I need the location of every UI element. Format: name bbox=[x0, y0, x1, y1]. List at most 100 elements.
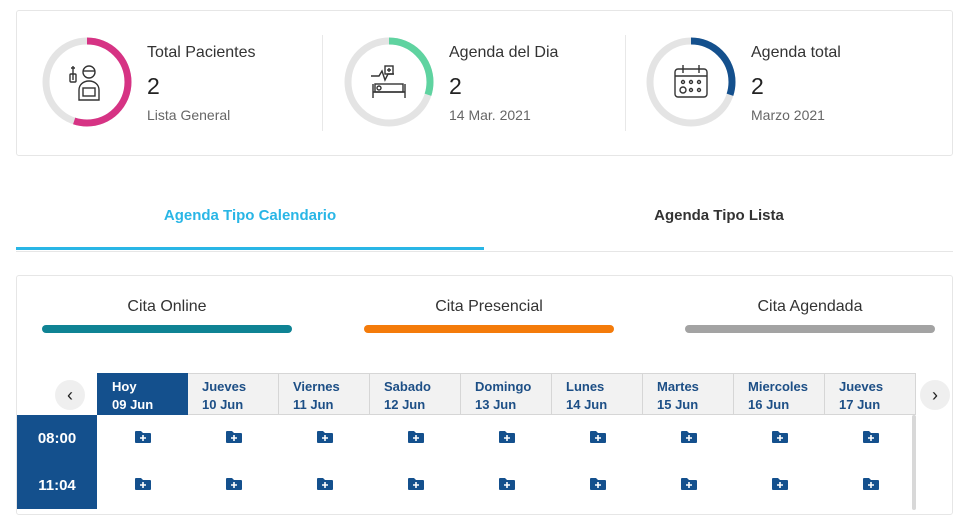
day-name: Martes bbox=[657, 379, 699, 394]
day-date: 11 Jun bbox=[293, 397, 334, 412]
legend-bar bbox=[685, 325, 935, 333]
add-appointment-slot[interactable] bbox=[370, 462, 461, 509]
chevron-left-icon: ‹ bbox=[67, 384, 73, 405]
add-appointment-slot[interactable] bbox=[461, 462, 552, 509]
add-appointment-slot[interactable] bbox=[734, 415, 825, 462]
add-appointment-slot[interactable] bbox=[643, 415, 734, 462]
day-header-0[interactable]: Hoy 09 Jun bbox=[97, 373, 188, 415]
legend-cita-presencial: Cita Presencial bbox=[364, 298, 614, 333]
day-name: Hoy bbox=[112, 379, 137, 394]
add-appointment-slot[interactable] bbox=[97, 415, 188, 462]
day-header-5[interactable]: Lunes 14 Jun bbox=[552, 373, 643, 415]
add-folder-icon bbox=[316, 477, 333, 495]
add-appointment-slot[interactable] bbox=[461, 415, 552, 462]
day-header-4[interactable]: Domingo 13 Jun bbox=[461, 373, 552, 415]
add-appointment-slot[interactable] bbox=[643, 462, 734, 509]
day-name: Lunes bbox=[566, 379, 605, 394]
legend-cita-agendada: Cita Agendada bbox=[685, 298, 935, 333]
legend-cita-online: Cita Online bbox=[42, 298, 292, 333]
legend-label: Cita Agendada bbox=[757, 298, 863, 315]
legend-label: Cita Presencial bbox=[435, 298, 543, 315]
add-folder-icon bbox=[407, 477, 424, 495]
time-slot-label: 08:00 bbox=[17, 415, 97, 462]
add-appointment-slot[interactable] bbox=[279, 462, 370, 509]
add-appointment-slot[interactable] bbox=[734, 462, 825, 509]
add-folder-icon bbox=[225, 430, 242, 448]
divider bbox=[625, 35, 626, 131]
day-header-7[interactable]: Miercoles 16 Jun bbox=[734, 373, 825, 415]
stat-value: 2 bbox=[449, 73, 462, 99]
stat-subtitle: 14 Mar. 2021 bbox=[449, 107, 531, 123]
day-date: 10 Jun bbox=[202, 397, 244, 412]
add-folder-icon bbox=[225, 477, 242, 495]
stat-total-pacientes: Total Pacientes 2 Lista General bbox=[41, 11, 341, 157]
stat-value: 2 bbox=[147, 73, 160, 99]
add-folder-icon bbox=[134, 430, 151, 448]
legend-label: Cita Online bbox=[127, 298, 207, 315]
day-header-8[interactable]: Jueves 17 Jun bbox=[825, 373, 916, 415]
day-date: 13 Jun bbox=[475, 397, 517, 412]
stat-title: Agenda total bbox=[751, 44, 841, 61]
add-folder-icon bbox=[771, 430, 788, 448]
calendar-card: Cita Online Cita Presencial Cita Agendad… bbox=[16, 275, 953, 515]
stat-title: Agenda del Dia bbox=[449, 44, 559, 61]
add-appointment-slot[interactable] bbox=[97, 462, 188, 509]
add-appointment-slot[interactable] bbox=[279, 415, 370, 462]
calendar-icon bbox=[674, 65, 708, 98]
stat-subtitle: Marzo 2021 bbox=[751, 107, 825, 123]
day-date: 14 Jun bbox=[566, 397, 608, 412]
add-appointment-slot[interactable] bbox=[188, 415, 279, 462]
add-folder-icon bbox=[316, 430, 333, 448]
day-header-1[interactable]: Jueves 10 Jun bbox=[188, 373, 279, 415]
add-folder-icon bbox=[771, 477, 788, 495]
day-name: Domingo bbox=[475, 379, 532, 394]
add-folder-icon bbox=[862, 477, 879, 495]
day-date: 17 Jun bbox=[839, 397, 881, 412]
stats-card: Total Pacientes 2 Lista General Agenda d… bbox=[16, 10, 953, 156]
add-appointment-slot[interactable] bbox=[552, 462, 643, 509]
add-folder-icon bbox=[680, 477, 697, 495]
add-appointment-slot[interactable] bbox=[188, 462, 279, 509]
day-date: 16 Jun bbox=[748, 397, 790, 412]
add-folder-icon bbox=[680, 430, 697, 448]
stat-value: 2 bbox=[751, 73, 764, 99]
day-header-3[interactable]: Sabado 12 Jun bbox=[370, 373, 461, 415]
prev-week-button[interactable]: ‹ bbox=[55, 380, 85, 410]
hospital-bed-icon bbox=[371, 65, 406, 98]
day-name: Jueves bbox=[839, 379, 884, 394]
add-folder-icon bbox=[498, 477, 515, 495]
add-folder-icon bbox=[589, 430, 606, 448]
scrollbar[interactable] bbox=[912, 415, 916, 510]
progress-ring bbox=[645, 36, 737, 128]
tab-agenda-lista[interactable]: Agenda Tipo Lista bbox=[485, 186, 953, 250]
add-appointment-slot[interactable] bbox=[370, 415, 461, 462]
chevron-right-icon: › bbox=[932, 384, 938, 405]
agenda-tabs: Agenda Tipo Calendario Agenda Tipo Lista bbox=[16, 186, 953, 252]
stat-agenda-del-dia: Agenda del Dia 2 14 Mar. 2021 bbox=[343, 11, 643, 157]
day-name: Miercoles bbox=[748, 379, 808, 394]
time-slot-label: 11:04 bbox=[17, 462, 97, 509]
day-header-2[interactable]: Viernes 11 Jun bbox=[279, 373, 370, 415]
day-header-row: Hoy 09 Jun Jueves 10 Jun Viernes 11 Jun Sabado… bbox=[97, 373, 916, 415]
day-date: 12 Jun bbox=[384, 397, 426, 412]
add-folder-icon bbox=[862, 430, 879, 448]
add-folder-icon bbox=[134, 477, 151, 495]
day-name: Sabado bbox=[384, 379, 431, 394]
day-header-6[interactable]: Martes 15 Jun bbox=[643, 373, 734, 415]
add-appointment-slot[interactable] bbox=[825, 462, 916, 509]
patient-icon bbox=[69, 65, 100, 101]
day-date: 09 Jun bbox=[112, 397, 154, 412]
tab-agenda-calendario[interactable]: Agenda Tipo Calendario bbox=[16, 186, 484, 250]
divider bbox=[322, 35, 323, 131]
stat-subtitle: Lista General bbox=[147, 107, 231, 123]
next-week-button[interactable]: › bbox=[920, 380, 950, 410]
day-name: Jueves bbox=[202, 379, 247, 394]
day-date: 15 Jun bbox=[657, 397, 699, 412]
add-folder-icon bbox=[407, 430, 424, 448]
add-folder-icon bbox=[589, 477, 606, 495]
stat-title: Total Pacientes bbox=[147, 44, 256, 61]
slot-row bbox=[97, 415, 916, 462]
add-appointment-slot[interactable] bbox=[825, 415, 916, 462]
add-appointment-slot[interactable] bbox=[552, 415, 643, 462]
day-name: Viernes bbox=[293, 379, 340, 394]
